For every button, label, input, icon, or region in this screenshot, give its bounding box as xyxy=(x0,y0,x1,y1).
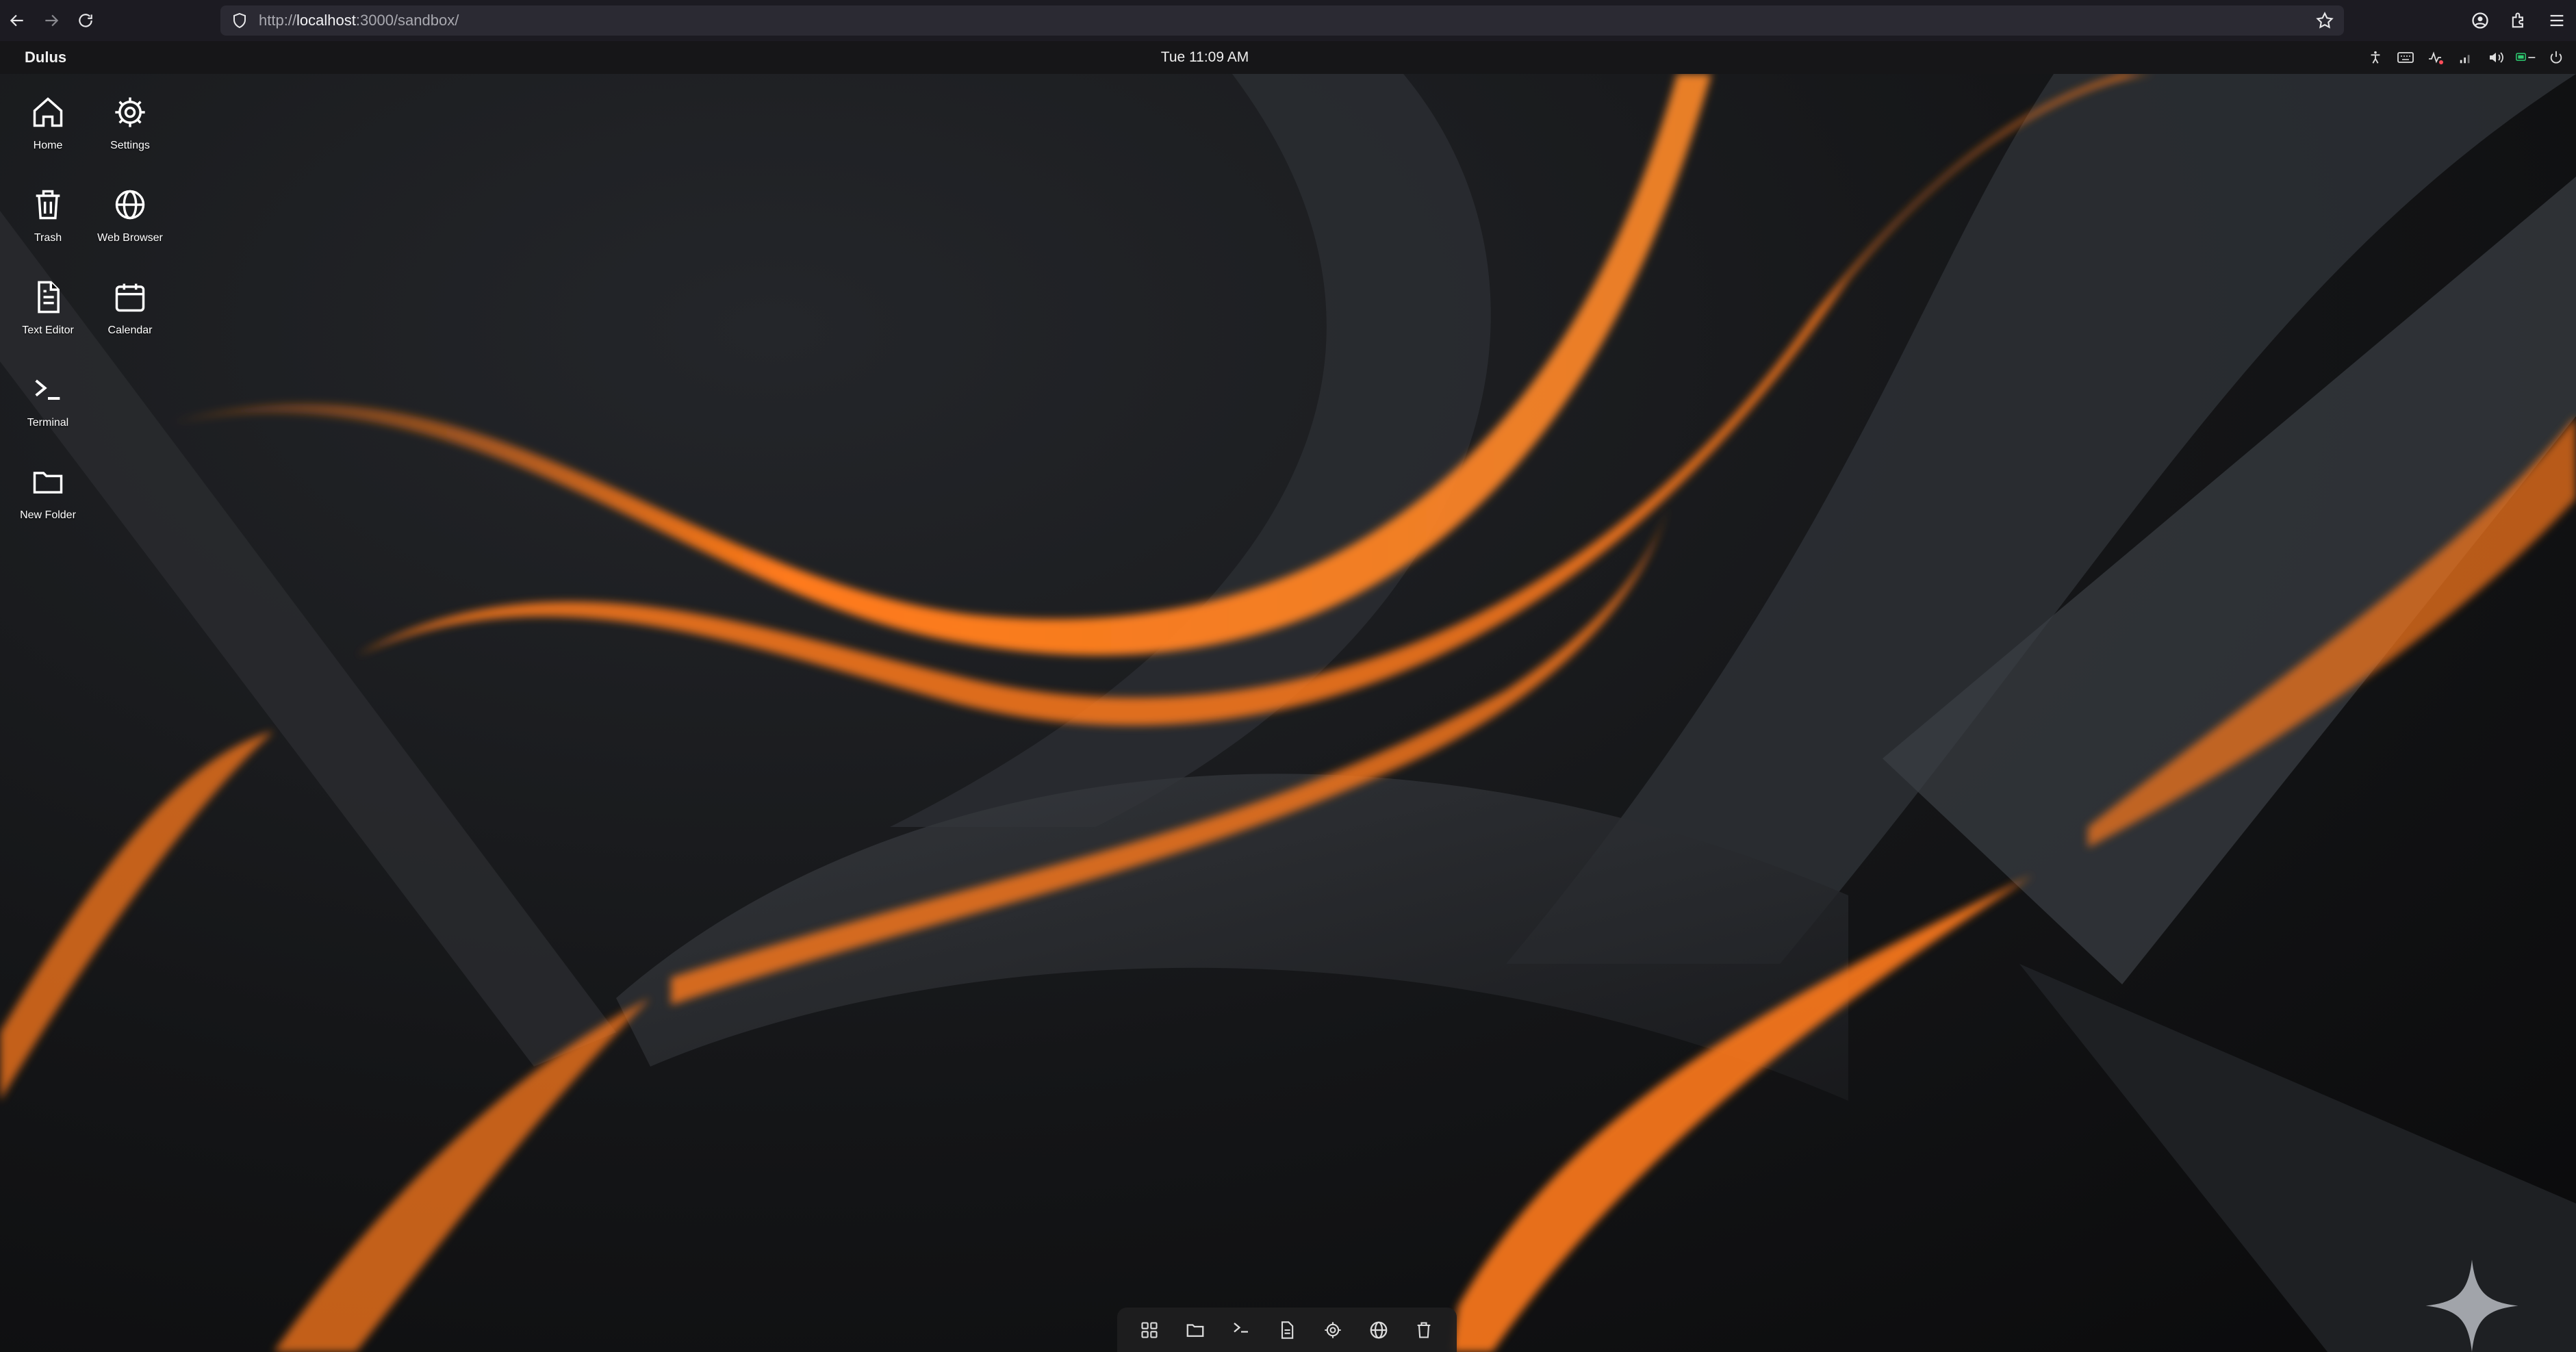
desktop-icon-label: Terminal xyxy=(27,417,69,429)
forward-button[interactable] xyxy=(34,0,68,41)
desktop-icon-trash[interactable]: Trash xyxy=(7,175,89,264)
bookmark-star-icon[interactable] xyxy=(2315,11,2334,30)
url-path: :3000/sandbox/ xyxy=(355,12,459,29)
desktop-icon-home[interactable]: Home xyxy=(7,82,89,171)
terminal-icon xyxy=(35,379,60,400)
dock-app-grid[interactable] xyxy=(1136,1316,1163,1344)
address-bar[interactable]: http://localhost:3000/sandbox/ xyxy=(220,5,2344,36)
sparkle-watermark-icon xyxy=(2425,1260,2518,1352)
desktop-icon-label: Text Editor xyxy=(22,324,74,336)
globe-icon xyxy=(115,190,145,220)
account-icon xyxy=(2472,12,2488,29)
desktop-icon-label: Web Browser xyxy=(97,232,163,244)
url-prefix: http:// xyxy=(259,12,297,29)
back-button[interactable] xyxy=(0,0,34,41)
screen: http://localhost:3000/sandbox/ Dulus Tue… xyxy=(0,0,2576,1352)
desktop-icon-label: Calendar xyxy=(107,324,153,336)
reload-icon xyxy=(79,14,92,27)
activity-alert-icon[interactable] xyxy=(2425,47,2446,68)
hamburger-icon xyxy=(2550,14,2564,27)
extensions-button[interactable] xyxy=(2499,0,2538,41)
browser-right-tools xyxy=(2461,0,2576,41)
desktop-icon-label: Settings xyxy=(110,140,150,151)
trash-icon xyxy=(36,190,60,220)
url-host: localhost xyxy=(296,12,356,29)
url-text: http://localhost:3000/sandbox/ xyxy=(259,12,459,29)
volume-icon[interactable] xyxy=(2486,47,2506,68)
trash-icon xyxy=(1418,1321,1431,1338)
dock-terminal[interactable] xyxy=(1227,1316,1255,1344)
folder-icon xyxy=(33,472,63,494)
accessibility-icon[interactable] xyxy=(2365,47,2386,68)
gear-icon xyxy=(115,97,145,127)
reload-button[interactable] xyxy=(68,0,103,41)
clock[interactable]: Tue 11:09 AM xyxy=(0,49,2410,66)
dock-text-editor[interactable] xyxy=(1273,1316,1301,1344)
folder-icon xyxy=(1186,1323,1204,1337)
desktop-top-panel: Dulus Tue 11:09 AM xyxy=(0,41,2576,75)
document-icon xyxy=(38,281,60,314)
desktop-icon-settings[interactable]: Settings xyxy=(89,82,171,171)
home-icon xyxy=(33,97,63,127)
browser-toolbar: http://localhost:3000/sandbox/ xyxy=(0,0,2576,41)
system-tray xyxy=(2365,41,2566,74)
desktop-icon-new-folder[interactable]: New Folder xyxy=(7,452,89,541)
signal-icon[interactable] xyxy=(2456,47,2476,68)
power-icon[interactable] xyxy=(2546,47,2566,68)
desktop-wallpaper[interactable] xyxy=(0,74,2576,1352)
desktop-icon-terminal[interactable]: Terminal xyxy=(7,359,89,448)
arrow-right-icon xyxy=(45,14,59,27)
grid-icon xyxy=(1141,1321,1158,1338)
arrow-left-icon xyxy=(10,14,23,27)
document-icon xyxy=(1281,1321,1294,1339)
dock-settings[interactable] xyxy=(1319,1316,1347,1344)
desktop-icon-web-browser[interactable]: Web Browser xyxy=(89,175,171,264)
dock-trash[interactable] xyxy=(1410,1316,1438,1344)
desktop-icon-label: Trash xyxy=(34,232,62,244)
desktop-icon-calendar[interactable]: Calendar xyxy=(89,267,171,356)
calendar-icon xyxy=(115,283,145,312)
keyboard-icon[interactable] xyxy=(2395,47,2416,68)
gear-icon xyxy=(1325,1321,1341,1338)
desktop-icon-label: Home xyxy=(33,140,63,151)
abstract-wave-wallpaper xyxy=(0,74,2576,1352)
puzzle-icon xyxy=(2512,12,2523,28)
globe-icon xyxy=(1370,1321,1388,1338)
dock-files[interactable] xyxy=(1182,1316,1209,1344)
battery-icon[interactable] xyxy=(2516,47,2536,68)
dock-web-browser[interactable] xyxy=(1365,1316,1392,1344)
terminal-icon xyxy=(1234,1322,1249,1333)
desktop-icon-label: New Folder xyxy=(20,509,76,521)
desktop-icon-text-editor[interactable]: Text Editor xyxy=(7,267,89,356)
dock xyxy=(1117,1308,1457,1352)
menu-button[interactable] xyxy=(2538,0,2576,41)
account-button[interactable] xyxy=(2461,0,2499,41)
shield-icon xyxy=(230,11,249,30)
